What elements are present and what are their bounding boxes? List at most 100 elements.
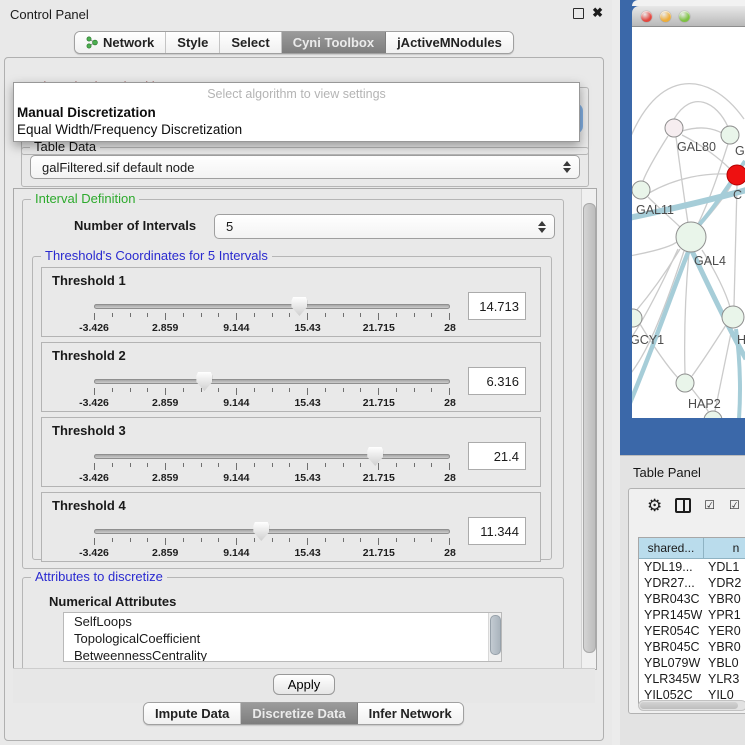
scale-label: -3.426 (79, 397, 109, 409)
network-node[interactable] (704, 411, 722, 418)
table-row[interactable]: YDR27...YDR2 (639, 575, 745, 591)
threshold-3-value-field[interactable]: 21.4 (468, 442, 526, 470)
tab-infer-network[interactable]: Infer Network (358, 703, 463, 724)
numerical-attributes-list[interactable]: SelfLoopsTopologicalCoefficientBetweenne… (63, 612, 502, 662)
tab-discretize-data[interactable]: Discretize Data (241, 703, 357, 724)
scale-label: 28 (444, 397, 456, 409)
network-node-gal80[interactable] (665, 119, 683, 137)
tab-impute-data[interactable]: Impute Data (144, 703, 241, 724)
threshold-1-slider[interactable]: -3.4262.8599.14415.4321.71528 (94, 298, 450, 334)
network-node-gal11[interactable] (632, 181, 650, 199)
settings-scrollbar-thumb[interactable] (583, 203, 596, 653)
table-row[interactable]: YBR043CYBR0 (639, 591, 745, 607)
table-cell: YBR045C (639, 639, 703, 655)
network-node-label: GAL80 (677, 140, 716, 154)
table-row[interactable]: YBR045CYBR0 (639, 639, 745, 655)
scale-label: 28 (444, 322, 456, 334)
gear-icon[interactable]: ⚙ (647, 497, 662, 514)
settings-scroll-area: Interval Definition Number of Intervals … (13, 188, 597, 670)
table-data-group: Table Data galFiltered.sif default node (21, 147, 589, 187)
table-row[interactable]: YDL19...YDL1 (639, 559, 745, 575)
network-node-hap2[interactable] (676, 374, 694, 392)
table-hscrollbar[interactable] (638, 700, 745, 711)
table-row[interactable]: YBL079WYBL0 (639, 655, 745, 671)
table-cell: YLR3 (703, 671, 745, 687)
split-columns-icon[interactable] (675, 498, 691, 513)
table-data-combobox[interactable]: galFiltered.sif default node (30, 155, 580, 179)
table-cell: YBL079W (639, 655, 703, 671)
threshold-2-value-field[interactable]: 6.316 (468, 367, 526, 395)
network-node-gal4[interactable] (676, 222, 706, 252)
close-icon[interactable]: ✖ (592, 5, 603, 21)
minimize-traffic-light-icon[interactable] (660, 11, 671, 22)
threshold-panel-3: Threshold 3-3.4262.8599.14415.4321.71528… (41, 417, 541, 487)
control-panel-titlebar: Control Panel ✖ (0, 0, 612, 28)
zoom-traffic-light-icon[interactable] (679, 11, 690, 22)
table-cell: YDR27... (639, 575, 703, 591)
slider-ticks (94, 538, 450, 545)
network-node-c[interactable] (727, 165, 745, 185)
threshold-2-slider[interactable]: -3.4262.8599.14415.4321.71528 (94, 373, 450, 409)
settings-scrollbar[interactable] (581, 189, 596, 669)
tab-label: Cyni Toolbox (293, 35, 374, 50)
table-row[interactable]: YPR145WYPR1 (639, 607, 745, 623)
popup-item-equal-width-frequency-discretization[interactable]: Equal Width/Frequency Discretization (14, 121, 579, 138)
attribute-item-selfloops[interactable]: SelfLoops (64, 613, 501, 630)
network-node-ga[interactable] (721, 126, 739, 144)
apply-button[interactable]: Apply (273, 674, 336, 695)
network-canvas[interactable]: GAL80GACGAL11GAL4GCY1HHAP2 (632, 27, 745, 418)
tab-network[interactable]: Network (75, 32, 166, 53)
algorithm-dropdown-popup: Select algorithm to view settings Manual… (13, 82, 580, 142)
scale-label: 28 (444, 547, 456, 559)
checkbox-icon[interactable]: ☑ (704, 498, 716, 512)
scale-label: 2.859 (152, 472, 178, 484)
tab-label: Discretize Data (252, 706, 345, 721)
network-window-titlebar[interactable] (632, 6, 745, 27)
table-row[interactable]: YLR345WYLR3 (639, 671, 745, 687)
network-edge (698, 144, 728, 224)
scale-label: 2.859 (152, 397, 178, 409)
network-view-window: GAL80GACGAL11GAL4GCY1HHAP2 (620, 0, 745, 455)
numerical-attributes-label: Numerical Attributes (49, 594, 176, 609)
close-traffic-light-icon[interactable] (641, 11, 652, 22)
threshold-4-slider[interactable]: -3.4262.8599.14415.4321.71528 (94, 523, 450, 559)
threshold-4-value-field[interactable]: 11.344 (468, 517, 526, 545)
scale-label: 21.715 (363, 472, 395, 484)
column-header-shared[interactable]: shared... (639, 538, 704, 559)
threshold-3-slider[interactable]: -3.4262.8599.14415.4321.71528 (94, 448, 450, 484)
number-of-intervals-combobox[interactable]: 5 (214, 214, 555, 239)
float-window-icon[interactable] (573, 8, 584, 19)
table-row[interactable]: YER054CYER0 (639, 623, 745, 639)
scale-label: 15.43 (294, 397, 320, 409)
popup-item-manual-discretization[interactable]: Manual Discretization (14, 104, 579, 121)
checkbox-icon[interactable]: ☑ (729, 498, 741, 512)
scale-label: 15.43 (294, 322, 320, 334)
attributes-group: Attributes to discretize Numerical Attri… (22, 577, 564, 670)
attribute-item-topologicalcoefficient[interactable]: TopologicalCoefficient (64, 630, 501, 647)
table-cell: YPR1 (703, 607, 745, 623)
tab-select[interactable]: Select (220, 32, 281, 53)
control-panel: Control Panel ✖ Network Style Select Cyni T… (0, 0, 612, 745)
slider-ticks (94, 388, 450, 395)
list-scrollbar-thumb[interactable] (490, 615, 501, 655)
scale-label: 9.144 (223, 397, 249, 409)
scale-label: -3.426 (79, 547, 109, 559)
tab-jactivemnodules[interactable]: jActiveMNodules (386, 32, 513, 53)
tab-cyni-toolbox[interactable]: Cyni Toolbox (282, 32, 386, 53)
table-cell: YBR0 (703, 591, 745, 607)
tab-style[interactable]: Style (166, 32, 220, 53)
attribute-item-betweennesscentrality[interactable]: BetweennessCentrality (64, 647, 501, 662)
tab-label: Style (177, 35, 208, 50)
tab-label: Network (103, 35, 154, 50)
table-cell: YDL1 (703, 559, 745, 575)
network-edge (685, 252, 689, 374)
network-edge (692, 325, 726, 376)
network-node-h[interactable] (722, 306, 744, 328)
scale-label: 28 (444, 472, 456, 484)
slider-track (94, 304, 450, 309)
list-scrollbar[interactable] (488, 613, 501, 661)
threshold-1-value-field[interactable]: 14.713 (468, 292, 526, 320)
table-hscrollbar-thumb[interactable] (640, 702, 738, 709)
column-header-n[interactable]: n (704, 538, 745, 559)
table-cell: YBL0 (703, 655, 745, 671)
